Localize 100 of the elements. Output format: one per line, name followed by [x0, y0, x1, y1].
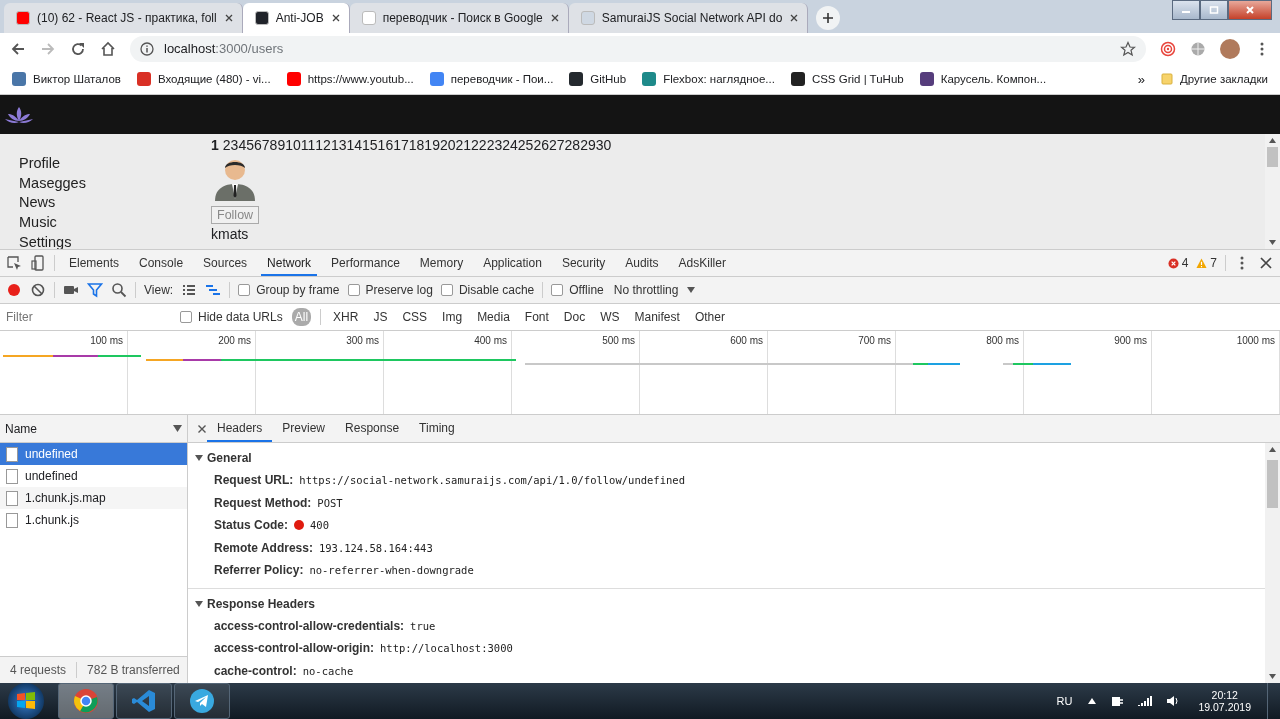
start-button[interactable] [8, 683, 44, 719]
close-icon[interactable] [1258, 255, 1274, 271]
checkbox-box[interactable] [238, 284, 251, 296]
back-icon[interactable] [10, 40, 26, 57]
bookmark-item[interactable]: CSS Grid | TuHub [790, 72, 904, 86]
browser-tab[interactable]: SamuraiJS Social Network API do [568, 3, 809, 33]
info-icon[interactable] [140, 41, 154, 56]
sort-arrow-icon[interactable] [173, 425, 182, 432]
other-bookmarks-folder[interactable]: Другие закладки [1160, 73, 1268, 85]
type-filter[interactable]: Media [474, 308, 513, 326]
page-number[interactable]: 9 [277, 137, 286, 153]
detail-tab[interactable]: Response [335, 415, 410, 442]
error-count[interactable]: 4 [1181, 256, 1189, 270]
detail-tab[interactable]: Headers [207, 415, 273, 442]
type-filter[interactable]: CSS [399, 308, 431, 326]
page-number[interactable]: 26 [533, 137, 549, 153]
page-number[interactable]: 29 [580, 137, 596, 153]
page-number[interactable]: 5 [246, 137, 254, 153]
expand-triangle-icon[interactable] [195, 454, 203, 462]
search-icon[interactable] [111, 282, 127, 298]
page-number[interactable]: 23 [486, 137, 503, 153]
devtools-tab[interactable]: Performance [325, 250, 406, 276]
page-number[interactable]: 24 [502, 137, 518, 153]
scrollbar-thumb[interactable] [1267, 460, 1278, 508]
tray-arrow-icon[interactable] [1088, 698, 1097, 704]
bookmark-item[interactable]: GitHub [569, 72, 627, 86]
type-filter[interactable]: XHR [330, 308, 362, 326]
page-number[interactable]: 30 [595, 137, 612, 153]
power-plug-icon[interactable] [1110, 694, 1125, 708]
home-icon[interactable] [100, 40, 116, 57]
inspect-icon[interactable] [6, 255, 22, 271]
dropdown-arrow-icon[interactable] [686, 286, 697, 294]
scroll-down-icon[interactable] [1269, 240, 1276, 245]
column-header[interactable]: Name [5, 421, 37, 436]
page-number[interactable]: 11 [300, 137, 316, 153]
filter-icon[interactable] [87, 282, 103, 298]
page-number[interactable]: 13 [330, 137, 347, 153]
list-view-icon[interactable] [181, 282, 198, 298]
page-number[interactable]: 1 [211, 137, 219, 153]
record-icon[interactable] [6, 282, 22, 298]
page-number[interactable]: 28 [564, 137, 581, 153]
nav-link[interactable]: Music [19, 213, 211, 233]
devtools-tab[interactable]: Console [133, 250, 190, 276]
browser-tab[interactable]: переводчик - Поиск в Google [349, 3, 569, 33]
checkbox-box[interactable] [180, 311, 192, 323]
page-number[interactable]: 22 [471, 137, 487, 153]
bookmark-item[interactable]: Входящие (480) - vi... [136, 72, 271, 86]
checkbox-box[interactable] [347, 284, 360, 296]
close-icon[interactable] [549, 13, 560, 23]
section-header[interactable]: Response Headers [188, 592, 1265, 615]
page-number[interactable]: 15 [362, 137, 378, 153]
type-filter[interactable]: Doc [560, 308, 589, 326]
request-row[interactable]: undefined [0, 465, 187, 487]
detail-tab[interactable]: Preview [272, 415, 336, 442]
expand-triangle-icon[interactable] [195, 599, 203, 608]
page-number[interactable]: 8 [269, 137, 278, 153]
type-filter[interactable]: Manifest [631, 308, 683, 326]
bookmark-star-icon[interactable] [1120, 40, 1136, 57]
page-number[interactable]: 17 [393, 137, 409, 153]
clock[interactable]: 20:12 19.07.2019 [1198, 689, 1251, 713]
devtools-tab[interactable]: Sources [197, 250, 254, 276]
device-toggle-icon[interactable] [30, 255, 46, 271]
request-row[interactable]: 1.chunk.js [0, 509, 187, 531]
bookmark-item[interactable]: Виктор Шаталов [12, 72, 121, 86]
nav-link[interactable]: Masegges [19, 173, 211, 194]
waterfall-view-icon[interactable] [205, 282, 222, 298]
bookmark-item[interactable]: Flexbox: наглядное... [642, 72, 775, 86]
speaker-icon[interactable] [1166, 695, 1181, 707]
more-bookmarks-button[interactable]: » [1137, 71, 1145, 87]
devtools-tab[interactable]: Application [477, 250, 548, 276]
page-number[interactable]: 27 [548, 137, 565, 153]
warning-count[interactable]: 7 [1210, 256, 1217, 270]
devtools-tab[interactable]: Memory [413, 250, 470, 276]
checkbox-box[interactable] [551, 284, 564, 296]
section-header[interactable]: General [188, 447, 1265, 469]
clear-icon[interactable] [30, 282, 46, 298]
page-number[interactable]: 18 [408, 137, 425, 153]
request-row[interactable]: 1.chunk.js.map [0, 487, 187, 509]
browser-tab[interactable]: Anti-JOB [242, 3, 350, 33]
checkbox-box[interactable] [440, 284, 453, 296]
type-filter[interactable]: Font [521, 308, 552, 326]
target-icon[interactable] [1160, 40, 1176, 57]
detail-tab[interactable]: Timing [409, 415, 465, 442]
nav-link[interactable]: Profile [19, 154, 211, 174]
bookmark-item[interactable]: переводчик - Пои... [429, 72, 554, 86]
checkbox[interactable]: Disable cache [440, 283, 535, 297]
profile-avatar[interactable] [1220, 38, 1240, 59]
page-number[interactable]: 10 [285, 137, 301, 153]
close-icon[interactable] [197, 423, 207, 434]
close-icon[interactable] [223, 13, 234, 23]
page-number[interactable]: 21 [455, 137, 472, 153]
scroll-up-icon[interactable] [1269, 138, 1276, 143]
page-number[interactable]: 16 [377, 137, 394, 153]
signal-bars-icon[interactable] [1138, 695, 1153, 707]
devtools-tab[interactable]: Security [555, 250, 612, 276]
page-number[interactable]: 19 [424, 137, 440, 153]
language-indicator[interactable]: RU [1056, 695, 1073, 707]
checkbox[interactable]: Preserve log [347, 283, 433, 297]
request-row[interactable]: undefined [0, 443, 187, 465]
scroll-up-icon[interactable] [1269, 447, 1276, 452]
